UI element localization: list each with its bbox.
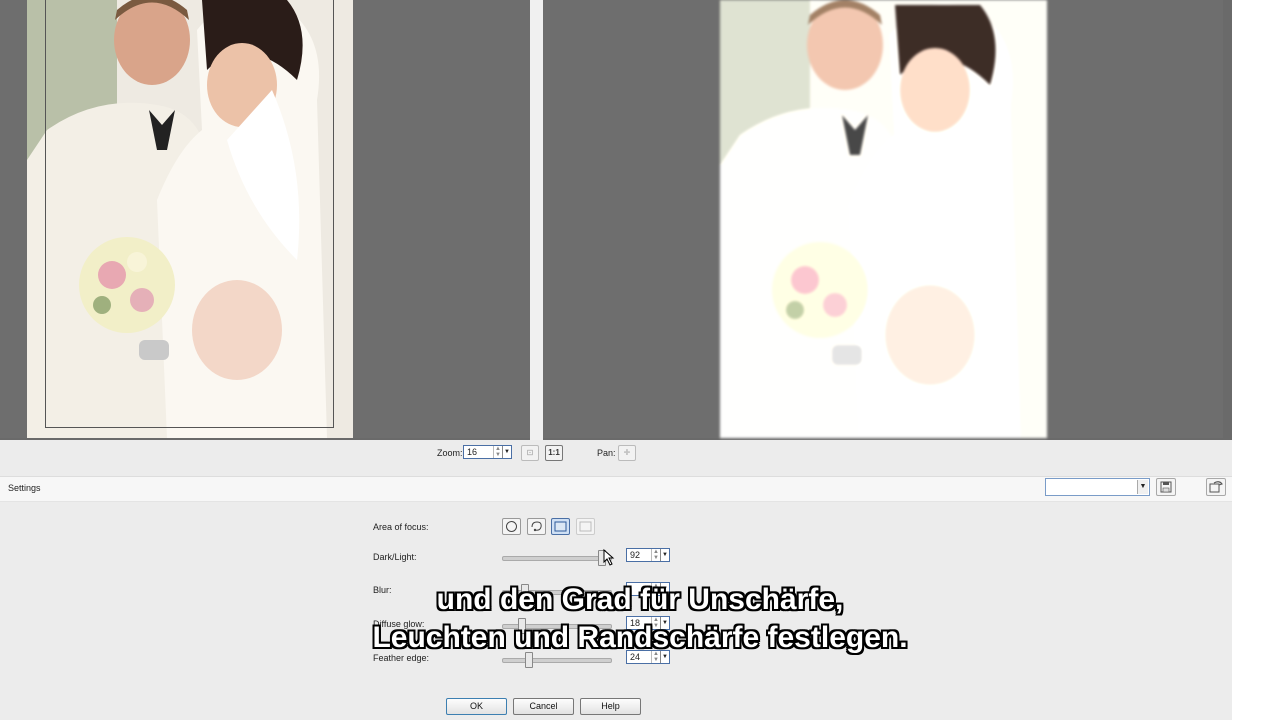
help-button[interactable]: Help [580, 698, 641, 715]
preset-dropdown[interactable]: ▼ [1045, 478, 1150, 496]
chevron-down-icon[interactable]: ▼ [1137, 480, 1148, 494]
settings-label: Settings [8, 483, 41, 493]
actual-size-button[interactable]: 1:1 [545, 445, 563, 461]
spin-arrows-icon[interactable]: ▲ ▼ [651, 549, 660, 561]
pan-label: Pan: [597, 448, 616, 458]
pane-divider [530, 0, 543, 440]
subtitle-line-1: und den Grad für Unschärfe, [436, 583, 844, 616]
cancel-button[interactable]: Cancel [513, 698, 574, 715]
zoom-to-fit-button[interactable]: ⊡ [521, 445, 539, 461]
one-to-one-icon: 1:1 [548, 448, 560, 457]
zoom-label: Zoom: [437, 448, 463, 458]
dark-light-label: Dark/Light: [373, 552, 417, 562]
ellipse-icon [506, 521, 517, 532]
chevron-down-icon[interactable]: ▼ [660, 549, 669, 561]
mouse-cursor-icon [603, 548, 615, 566]
area-of-focus-label: Area of focus: [373, 522, 429, 532]
ok-button[interactable]: OK [446, 698, 507, 715]
zoom-spin-arrows-icon[interactable]: ▲ ▼ [493, 446, 502, 458]
subtitle-line-2: Leuchten und Randschärfe festlegen. [372, 621, 908, 654]
pan-crosshair-icon: ✛ [623, 448, 631, 457]
reset-icon [1209, 481, 1223, 493]
zoom-value: 16 [467, 447, 478, 457]
pan-button[interactable]: ✛ [618, 445, 636, 461]
focus-ellipse-button[interactable] [502, 518, 521, 535]
save-preset-button[interactable] [1156, 478, 1176, 496]
feather-edge-slider-track[interactable] [502, 658, 612, 663]
focus-area-rectangle[interactable] [45, 0, 334, 428]
focus-rectangle-button[interactable] [551, 518, 570, 535]
dark-light-value: 92 [630, 550, 641, 560]
after-photo [720, 0, 1047, 438]
zoom-dropdown-icon[interactable]: ▼ [502, 446, 511, 458]
clear-selection-icon [579, 521, 592, 532]
focus-clear-button[interactable] [576, 518, 595, 535]
reset-button[interactable] [1206, 478, 1226, 496]
lasso-icon [531, 521, 542, 532]
dark-light-spinbox[interactable]: 92 ▲ ▼ ▼ [626, 548, 670, 562]
zoom-spinbox[interactable]: 16 ▲ ▼ ▼ [463, 445, 512, 459]
rectangle-icon [554, 521, 567, 532]
floppy-disk-icon [1160, 481, 1172, 493]
dark-light-slider-track[interactable] [502, 556, 612, 561]
zoom-to-fit-icon: ⊡ [526, 448, 534, 457]
focus-freehand-button[interactable] [527, 518, 546, 535]
